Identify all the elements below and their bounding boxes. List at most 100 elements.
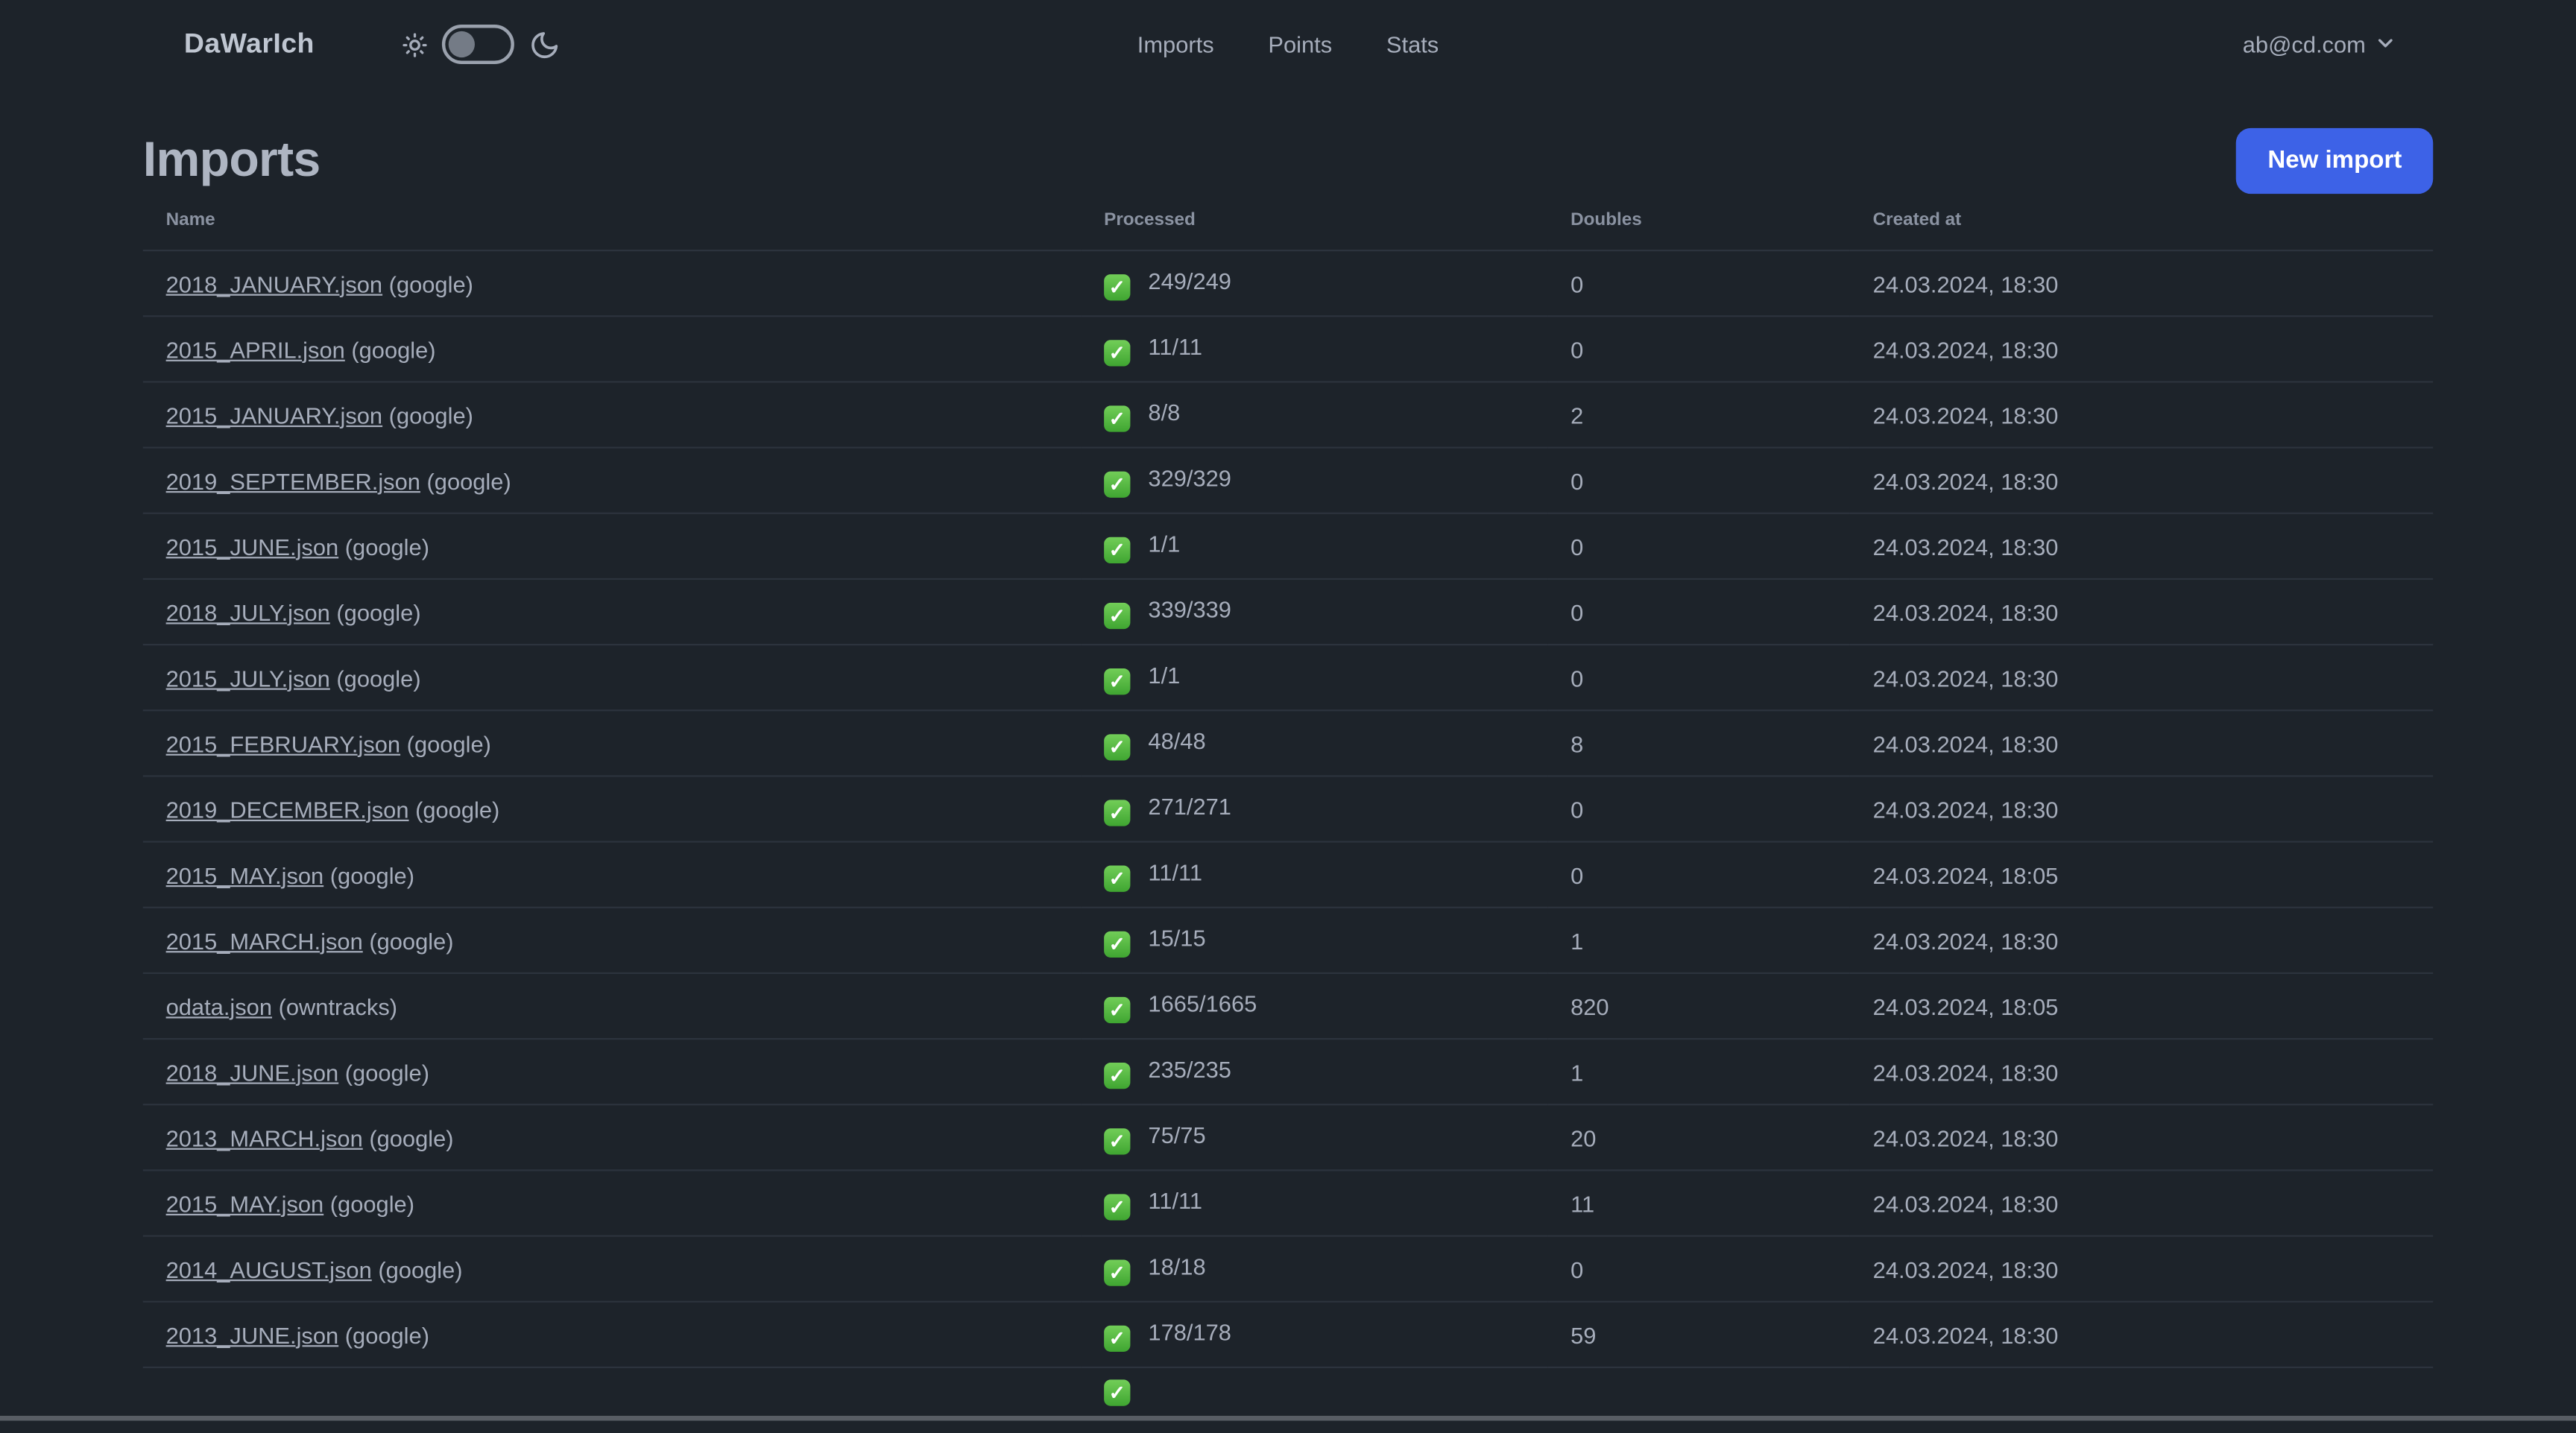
check-icon: ✓ [1104, 1259, 1131, 1285]
imports-page: Imports New import Name Processed Double… [142, 127, 2434, 1433]
check-icon: ✓ [1104, 930, 1131, 957]
check-icon: ✓ [1104, 536, 1131, 563]
table-row: 2018_JANUARY.json (google) ✓ 249/249 0 2… [142, 250, 2434, 317]
import-file-link[interactable]: 2015_APRIL.json [166, 336, 345, 362]
processed-cell: ✓ 271/271 [1081, 776, 1548, 843]
check-icon: ✓ [1104, 667, 1131, 695]
import-file-link[interactable]: 2018_JUNE.json [166, 1059, 339, 1085]
import-name-cell: 2013_MARCH.json (google) [142, 1104, 1082, 1171]
import-file-link[interactable]: 2013_JUNE.json [166, 1321, 339, 1347]
nav-item-imports[interactable]: Imports [1137, 31, 1214, 57]
processed-cell: ✓ 18/18 [1081, 1236, 1548, 1303]
import-source-label: (google) [329, 598, 421, 625]
import-file-link[interactable]: 2014_AUGUST.json [166, 1256, 372, 1282]
import-source-label: (google) [408, 795, 500, 823]
import-file-link[interactable]: 2018_JANUARY.json [166, 271, 382, 297]
import-name-cell: 2015_JUNE.json (google) [142, 513, 1082, 581]
table-row: 2013_MARCH.json (google) ✓ 75/75 20 24.0… [142, 1104, 2434, 1171]
import-file-link[interactable]: 2015_FEBRUARY.json [166, 730, 400, 756]
check-icon: ✓ [1104, 996, 1131, 1023]
created-at-cell: 24.03.2024, 18:30 [1849, 1170, 2434, 1237]
processed-count: 48/48 [1141, 727, 1206, 753]
user-menu[interactable]: ab@cd.com [2243, 31, 2397, 58]
check-icon: ✓ [1104, 864, 1131, 891]
processed-cell: ✓ 8/8 [1081, 382, 1548, 449]
import-source-label: (google) [323, 1189, 415, 1217]
window-bottom-edge [0, 1415, 2576, 1422]
import-name-cell: 2018_JULY.json (google) [142, 578, 1082, 646]
import-file-link[interactable]: 2015_JUNE.json [166, 533, 339, 559]
import-source-label: (google) [420, 467, 511, 494]
doubles-cell: 59 [1547, 1301, 1850, 1368]
import-name-cell: 2015_JULY.json (google) [142, 645, 1082, 712]
moon-icon [530, 29, 561, 60]
created-at-cell: 24.03.2024, 18:30 [1849, 1104, 2434, 1171]
processed-cell: ✓ 1/1 [1081, 513, 1548, 581]
check-icon: ✓ [1104, 799, 1131, 826]
sun-icon [403, 32, 428, 57]
doubles-cell: 0 [1547, 645, 1850, 712]
import-source-label: (owntracks) [272, 993, 398, 1019]
import-source-label: (google) [338, 533, 429, 560]
processed-count: 8/8 [1141, 398, 1181, 425]
check-icon: ✓ [1104, 1061, 1131, 1089]
user-email: ab@cd.com [2242, 31, 2366, 58]
import-name-cell: 2013_JUNE.json (google) [142, 1301, 1082, 1368]
import-source-label: (google) [371, 1256, 463, 1282]
processed-count: 249/249 [1141, 267, 1231, 294]
page-head: Imports New import [142, 127, 2434, 194]
import-name-cell: 2018_JANUARY.json (google) [142, 250, 1082, 317]
processed-count: 235/235 [1141, 1055, 1231, 1082]
table-row: 2018_JUNE.json (google) ✓ 235/235 1 24.0… [142, 1039, 2434, 1106]
created-at-cell: 24.03.2024, 18:05 [1849, 972, 2434, 1040]
doubles-cell [1547, 1367, 1850, 1433]
check-icon: ✓ [1104, 733, 1131, 760]
processed-cell: ✓ 11/11 [1081, 316, 1548, 383]
import-file-link[interactable]: 2019_DECEMBER.json [166, 796, 409, 822]
created-at-cell: 24.03.2024, 18:30 [1849, 1236, 2434, 1303]
processed-count: 18/18 [1141, 1252, 1206, 1279]
import-source-label: (google) [329, 664, 421, 691]
import-file-link[interactable]: 2018_JULY.json [166, 598, 330, 624]
new-import-button[interactable]: New import [2236, 127, 2434, 193]
processed-cell: ✓ 339/339 [1081, 578, 1548, 646]
nav-item-points[interactable]: Points [1268, 31, 1332, 57]
imports-table: Name Processed Doubles Created at 2018_J… [142, 194, 2434, 1433]
table-row: 2015_JUNE.json (google) ✓ 1/1 0 24.03.20… [142, 513, 2434, 581]
check-icon: ✓ [1104, 1379, 1131, 1406]
import-name-cell: 2015_MARCH.json (google) [142, 907, 1082, 975]
processed-count: 339/339 [1141, 595, 1231, 622]
processed-cell: ✓ 75/75 [1081, 1104, 1548, 1171]
import-source-label: (google) [382, 401, 473, 428]
page-title: Imports [142, 133, 321, 188]
import-file-link[interactable]: odata.json [166, 993, 272, 1019]
table-row: 2015_JANUARY.json (google) ✓ 8/8 2 24.03… [142, 382, 2434, 449]
import-file-link[interactable]: 2015_JULY.json [166, 665, 330, 691]
import-file-link[interactable]: 2015_JANUARY.json [166, 402, 382, 428]
import-name-cell: odata.json (owntracks) [142, 972, 1082, 1040]
processed-count: 178/178 [1141, 1317, 1231, 1345]
table-body: 2018_JANUARY.json (google) ✓ 249/249 0 2… [142, 250, 2434, 1433]
brand-logo[interactable]: DaWarIch [184, 28, 315, 60]
import-name-cell: 2015_MAY.json (google) [142, 841, 1082, 908]
processed-count: 1665/1665 [1141, 989, 1257, 1016]
table-row: 2015_APRIL.json (google) ✓ 11/11 0 24.03… [142, 316, 2434, 383]
nav-item-stats[interactable]: Stats [1386, 31, 1439, 57]
check-icon: ✓ [1104, 339, 1131, 366]
table-row: 2015_MARCH.json (google) ✓ 15/15 1 24.03… [142, 907, 2434, 975]
check-icon: ✓ [1104, 601, 1131, 629]
import-file-link[interactable]: 2013_MARCH.json [166, 1124, 363, 1151]
processed-count: 11/11 [1141, 858, 1203, 885]
import-source-label: (google) [382, 270, 473, 297]
created-at-cell: 24.03.2024, 18:30 [1849, 316, 2434, 383]
doubles-cell: 0 [1547, 513, 1850, 581]
import-name-cell: 2015_JANUARY.json (google) [142, 382, 1082, 449]
import-file-link[interactable]: 2015_MAY.json [166, 861, 324, 888]
created-at-cell: 24.03.2024, 18:30 [1849, 447, 2434, 514]
table-row: 2015_JULY.json (google) ✓ 1/1 0 24.03.20… [142, 645, 2434, 712]
import-file-link[interactable]: 2015_MAY.json [166, 1190, 324, 1216]
toggle-knob [449, 31, 476, 58]
theme-toggle[interactable] [442, 25, 515, 64]
import-file-link[interactable]: 2019_SEPTEMBER.json [166, 467, 420, 493]
import-file-link[interactable]: 2015_MARCH.json [166, 927, 363, 953]
